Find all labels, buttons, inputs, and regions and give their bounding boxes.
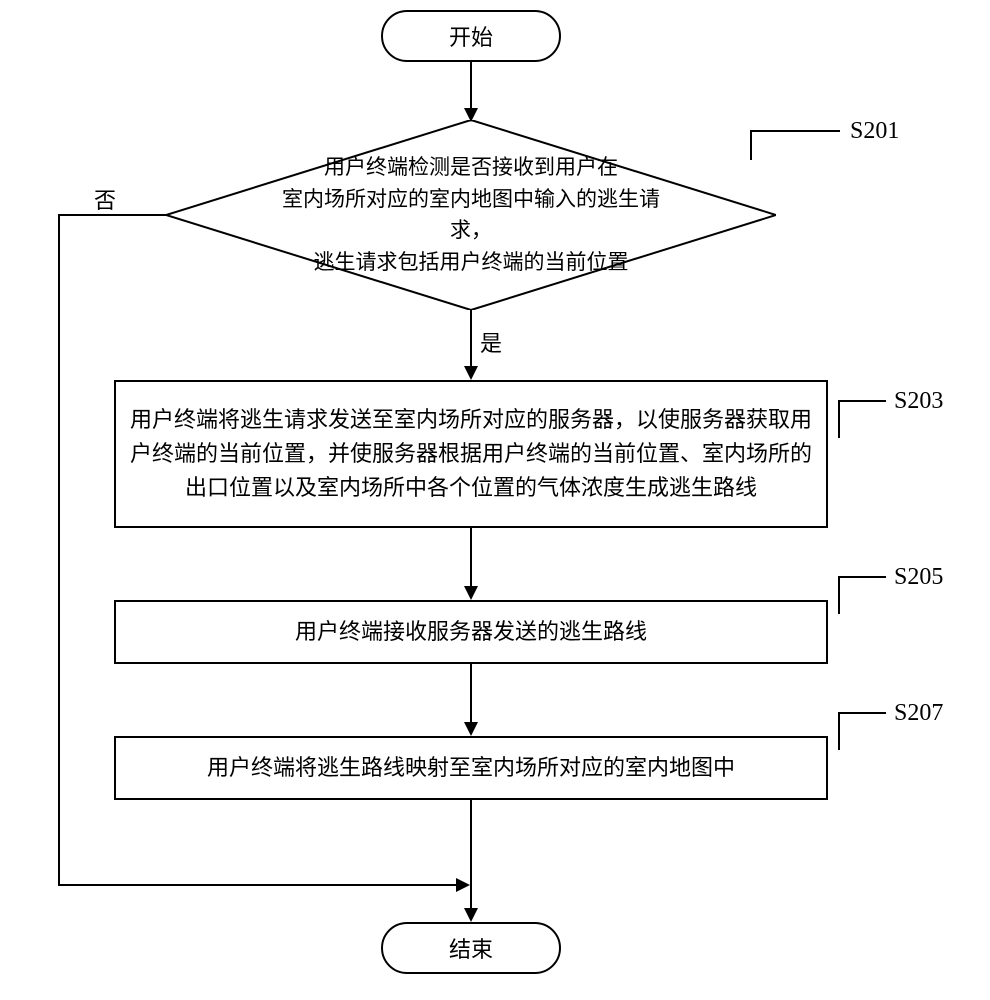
decision-text: 用户终端检测是否接收到用户在 室内场所对应的室内地图中输入的逃生请求， 逃生请求… <box>264 152 679 278</box>
callout-line <box>750 130 840 132</box>
connector <box>470 664 472 724</box>
s207-text: 用户终端将逃生路线映射至室内场所对应的室内地图中 <box>207 751 735 785</box>
callout-line <box>838 576 886 578</box>
connector-no <box>58 884 458 886</box>
step-label-s205: S205 <box>894 564 943 591</box>
flow-start: 开始 <box>381 10 561 62</box>
arrowhead-icon <box>464 586 478 600</box>
connector <box>470 62 472 110</box>
step-label-s207: S207 <box>894 700 943 727</box>
s203-text: 用户终端将逃生请求发送至室内场所对应的服务器，以使服务器获取用户终端的当前位置，… <box>128 403 814 505</box>
end-label: 结束 <box>449 932 493 964</box>
flow-end: 结束 <box>381 922 561 974</box>
step-label-s201: S201 <box>850 118 899 145</box>
arrowhead-icon <box>464 366 478 380</box>
connector-yes <box>470 310 472 368</box>
connector <box>470 528 472 588</box>
callout-line <box>838 576 840 614</box>
start-label: 开始 <box>449 20 493 52</box>
connector <box>470 800 472 910</box>
s205-text: 用户终端接收服务器发送的逃生路线 <box>295 615 647 649</box>
callout-line <box>838 712 840 750</box>
flow-step-s205: 用户终端接收服务器发送的逃生路线 <box>114 600 828 664</box>
arrowhead-icon <box>464 908 478 922</box>
flow-decision: 用户终端检测是否接收到用户在 室内场所对应的室内地图中输入的逃生请求， 逃生请求… <box>166 120 776 310</box>
arrowhead-icon <box>456 878 470 892</box>
callout-line <box>838 400 886 402</box>
callout-line <box>838 400 840 438</box>
callout-line <box>838 712 886 714</box>
flow-step-s207: 用户终端将逃生路线映射至室内场所对应的室内地图中 <box>114 736 828 800</box>
yes-label: 是 <box>480 326 502 358</box>
callout-line <box>750 130 752 160</box>
step-label-s203: S203 <box>894 388 943 415</box>
flow-step-s203: 用户终端将逃生请求发送至室内场所对应的服务器，以使服务器获取用户终端的当前位置，… <box>114 380 828 528</box>
arrowhead-icon <box>464 722 478 736</box>
no-label: 否 <box>94 183 116 215</box>
connector-no <box>58 214 60 886</box>
